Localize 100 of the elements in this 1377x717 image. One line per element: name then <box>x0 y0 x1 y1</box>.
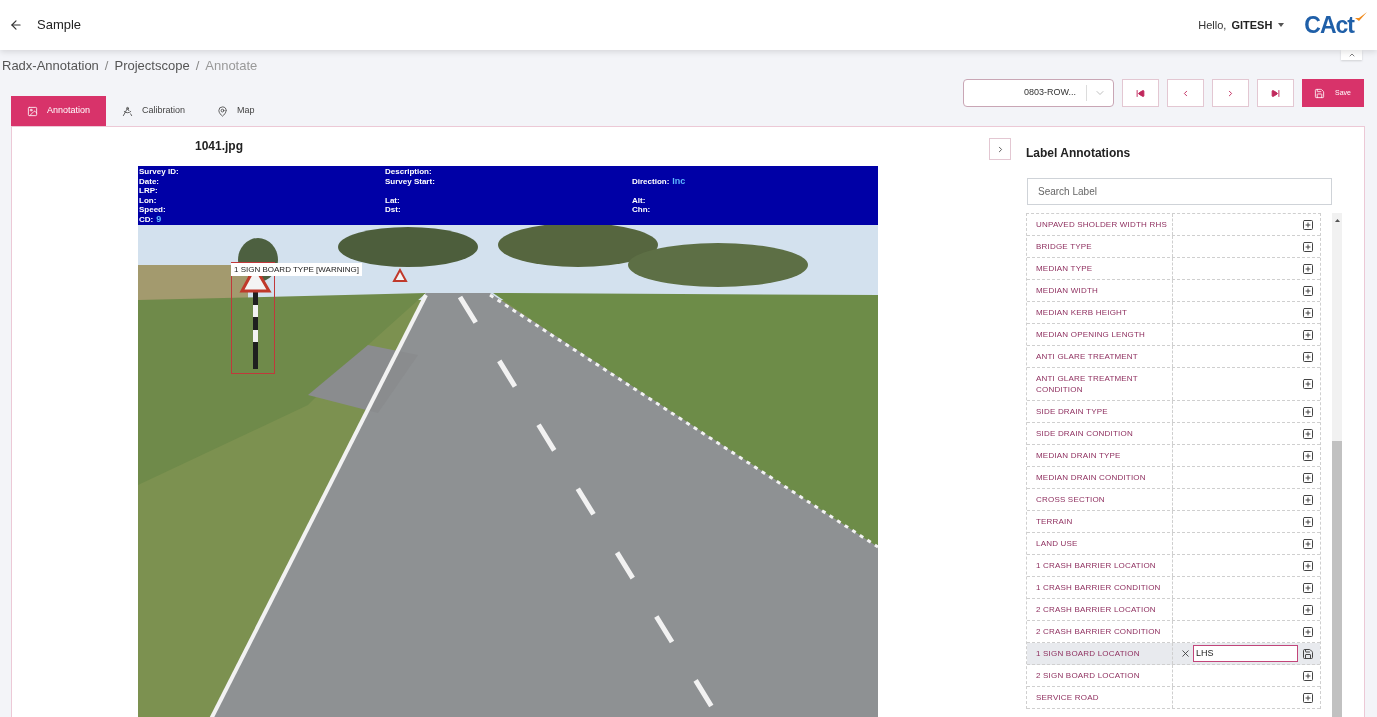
label-name: 1 SIGN BOARD LOCATION <box>1036 648 1140 659</box>
add-icon[interactable] <box>1302 493 1314 506</box>
add-icon[interactable] <box>1302 378 1314 390</box>
first-button[interactable] <box>1122 79 1159 107</box>
label-name: 2 CRASH BARRIER CONDITION <box>1036 626 1161 637</box>
add-icon[interactable] <box>1302 471 1314 484</box>
label-row[interactable]: LAND USE <box>1027 533 1320 555</box>
label-name: SIDE DRAIN TYPE <box>1036 406 1108 417</box>
label-name: MEDIAN DRAIN CONDITION <box>1036 472 1146 483</box>
current-page-label: Annotate <box>205 58 258 74</box>
label-row[interactable]: UNPAVED SHOLDER WIDTH RHS <box>1027 214 1320 236</box>
add-icon[interactable] <box>1302 515 1314 528</box>
info-label: Lon: <box>139 195 157 205</box>
tab[interactable]: Map <box>201 96 271 126</box>
label-row[interactable]: SERVICE ROAD <box>1027 687 1320 709</box>
save-icon[interactable] <box>1302 647 1314 660</box>
label-row[interactable]: TERRAIN <box>1027 511 1320 533</box>
add-icon[interactable] <box>1302 603 1314 616</box>
label-name: 2 SIGN BOARD LOCATION <box>1036 670 1140 681</box>
search-field[interactable]: Search Label <box>1027 178 1332 205</box>
last-button[interactable] <box>1257 79 1294 107</box>
info-label: CD: <box>139 214 154 224</box>
add-icon[interactable] <box>1302 350 1314 363</box>
label-row[interactable]: SIDE DRAIN TYPE <box>1027 401 1320 423</box>
add-icon[interactable] <box>1302 328 1314 341</box>
panel-toggle-button[interactable] <box>989 138 1011 160</box>
annotation-label: 1 SIGN BOARD TYPE [WARNING] <box>231 263 362 276</box>
label-row[interactable]: BRIDGE TYPE <box>1027 236 1320 258</box>
add-icon[interactable] <box>1302 262 1314 275</box>
save-icon <box>1314 87 1325 99</box>
page-title: Sample <box>37 16 82 35</box>
scrollbar-thumb[interactable] <box>1332 441 1342 717</box>
info-value: Inc <box>672 176 686 186</box>
info-label: Chn: <box>632 205 651 215</box>
tab[interactable]: Annotation <box>11 96 107 126</box>
clear-icon[interactable] <box>1180 648 1191 659</box>
label-row[interactable]: MEDIAN DRAIN TYPE <box>1027 445 1320 467</box>
add-icon[interactable] <box>1302 284 1314 297</box>
label-row[interactable]: MEDIAN KERB HEIGHT <box>1027 302 1320 324</box>
info-label: Survey Start: <box>385 176 435 186</box>
info-label: Description: <box>385 167 432 177</box>
label-row[interactable]: MEDIAN OPENING LENGTH <box>1027 324 1320 346</box>
tab[interactable]: Calibration <box>106 96 202 126</box>
label-row[interactable]: MEDIAN TYPE <box>1027 258 1320 280</box>
logo-text: CAct <box>1304 11 1354 39</box>
compass-icon <box>122 105 134 117</box>
label-row[interactable]: 1 SIGN BOARD LOCATION LHS <box>1027 643 1320 665</box>
label-name: BRIDGE TYPE <box>1036 241 1092 252</box>
breadcrumb-separator: / <box>195 58 200 74</box>
label-row[interactable]: MEDIAN DRAIN CONDITION <box>1027 467 1320 489</box>
add-icon[interactable] <box>1302 240 1314 253</box>
add-icon[interactable] <box>1302 218 1314 231</box>
greeting-text: Hello, <box>1198 17 1227 33</box>
info-label: Speed: <box>139 205 166 215</box>
label-row[interactable]: CROSS SECTION <box>1027 489 1320 511</box>
label-name: SERVICE ROAD <box>1036 692 1099 703</box>
value-input[interactable]: LHS <box>1193 645 1298 662</box>
label-row[interactable]: 2 CRASH BARRIER LOCATION <box>1027 599 1320 621</box>
chevron-left-icon <box>1181 88 1190 98</box>
label-name: MEDIAN TYPE <box>1036 263 1093 274</box>
image-select-dropdown[interactable]: 0803-ROW... <box>963 79 1114 107</box>
label-name: UNPAVED SHOLDER WIDTH RHS <box>1036 219 1167 230</box>
info-label: Alt: <box>632 195 646 205</box>
add-icon[interactable] <box>1302 537 1314 550</box>
label-row[interactable]: ANTI GLARE TREATMENT CONDITION <box>1027 368 1320 401</box>
skip-back-icon <box>1136 88 1145 98</box>
label-row[interactable]: 2 SIGN BOARD LOCATION <box>1027 665 1320 687</box>
scroll-up-icon[interactable] <box>1334 218 1340 222</box>
info-label: Direction: <box>632 176 670 186</box>
info-label: Lat: <box>385 195 400 205</box>
label-row[interactable]: MEDIAN WIDTH <box>1027 280 1320 302</box>
breadcrumb-link[interactable]: Projectscope <box>114 58 190 74</box>
label-name: ANTI GLARE TREATMENT CONDITION <box>1036 373 1139 395</box>
add-icon[interactable] <box>1302 427 1314 440</box>
add-icon[interactable] <box>1302 405 1314 418</box>
panel-title: Label Annotations <box>1026 146 1132 161</box>
label-row[interactable]: 1 CRASH BARRIER LOCATION <box>1027 555 1320 577</box>
add-icon[interactable] <box>1302 581 1314 594</box>
add-icon[interactable] <box>1302 691 1314 704</box>
breadcrumb-link[interactable]: Radx-Annotation <box>2 58 99 74</box>
user-menu-button[interactable]: GITESH <box>1231 16 1285 34</box>
label-row[interactable]: 2 CRASH BARRIER CONDITION <box>1027 621 1320 643</box>
add-icon[interactable] <box>1302 625 1314 638</box>
add-icon[interactable] <box>1302 449 1314 462</box>
breadcrumb-separator: / <box>104 58 109 74</box>
label-row[interactable]: 1 CRASH BARRIER CONDITION <box>1027 577 1320 599</box>
label-name: MEDIAN DRAIN TYPE <box>1036 450 1121 461</box>
label-row[interactable]: ANTI GLARE TREATMENT <box>1027 346 1320 368</box>
swoosh-icon <box>1355 12 1367 22</box>
label-row[interactable]: SIDE DRAIN CONDITION <box>1027 423 1320 445</box>
image-icon <box>27 105 38 117</box>
chevron-up-icon <box>1347 51 1356 59</box>
label-name: 2 CRASH BARRIER LOCATION <box>1036 604 1156 615</box>
label-name: MEDIAN WIDTH <box>1036 285 1098 296</box>
label-name: TERRAIN <box>1036 516 1073 527</box>
back-arrow-icon <box>9 18 23 32</box>
add-icon[interactable] <box>1302 669 1314 682</box>
scrollbar-track[interactable] <box>1332 213 1342 717</box>
add-icon[interactable] <box>1302 306 1314 319</box>
add-icon[interactable] <box>1302 559 1314 572</box>
